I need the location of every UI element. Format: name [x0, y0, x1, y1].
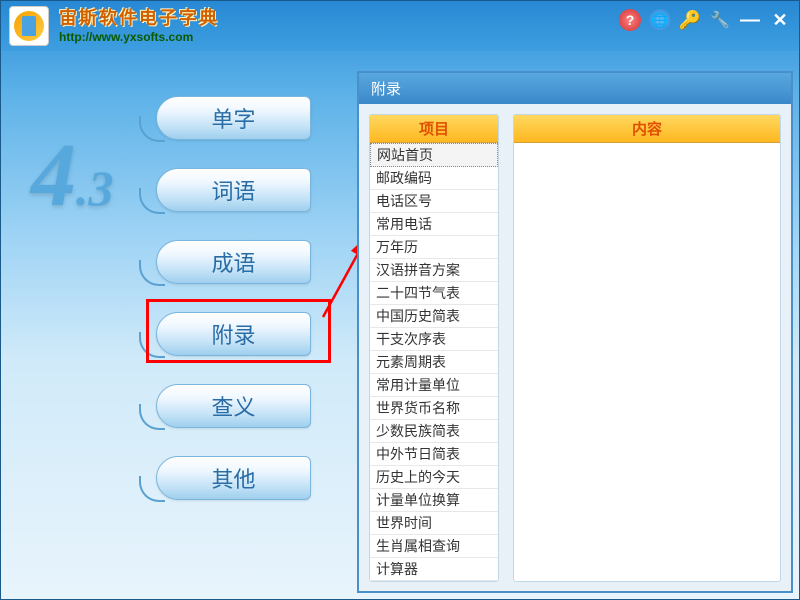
tab-chengyu[interactable]: 成语	[156, 240, 311, 284]
tab-label: 查义	[211, 390, 255, 422]
list-item[interactable]: 电话区号	[370, 190, 498, 213]
help-icon[interactable]: ?	[619, 9, 641, 31]
list-item[interactable]: 二十四节气表	[370, 282, 498, 305]
list-item[interactable]: 邮政编码	[370, 167, 498, 190]
list-item[interactable]: 常用计量单位	[370, 374, 498, 397]
list-item[interactable]: 常用电话	[370, 213, 498, 236]
list-item[interactable]: 历史上的今天	[370, 466, 498, 489]
content-area	[514, 143, 780, 581]
list-item[interactable]: 汉语拼音方案	[370, 259, 498, 282]
appendix-panel: 附录 项目 网站首页 邮政编码 电话区号 常用电话 万年历 汉语拼音方案 二十四…	[357, 71, 793, 593]
window-controls: ? 🌐 🔑 🔧 — ✕	[619, 9, 791, 31]
titlebar: 宙斯软件电子字典 http://www.yxsofts.com ? 🌐 🔑 🔧 …	[1, 1, 799, 51]
list-item[interactable]: 中国历史简表	[370, 305, 498, 328]
list-item[interactable]: 计算器	[370, 558, 498, 581]
list-item[interactable]: 网站首页	[370, 143, 498, 167]
list-item[interactable]: 少数民族简表	[370, 420, 498, 443]
panel-body: 项目 网站首页 邮政编码 电话区号 常用电话 万年历 汉语拼音方案 二十四节气表…	[359, 104, 791, 592]
tab-label: 成语	[211, 246, 255, 278]
title-text-block: 宙斯软件电子字典 http://www.yxsofts.com	[59, 8, 219, 44]
app-logo	[9, 6, 49, 46]
list-item[interactable]: 计量单位换算	[370, 489, 498, 512]
settings-icon[interactable]: 🔧	[709, 9, 731, 31]
project-column: 项目 网站首页 邮政编码 电话区号 常用电话 万年历 汉语拼音方案 二十四节气表…	[369, 114, 499, 582]
app-url: http://www.yxsofts.com	[59, 30, 219, 44]
tab-fulu[interactable]: 附录	[156, 312, 311, 356]
list-item[interactable]: 世界货币名称	[370, 397, 498, 420]
tab-chayi[interactable]: 查义	[156, 384, 311, 428]
tab-label: 其他	[211, 462, 255, 494]
app-title: 宙斯软件电子字典	[59, 8, 219, 30]
tab-label: 词语	[211, 174, 255, 206]
list-item[interactable]: 干支次序表	[370, 328, 498, 351]
project-header: 项目	[370, 115, 498, 143]
version-label: 4.3	[31, 131, 114, 221]
key-icon[interactable]: 🔑	[679, 9, 701, 31]
content-column: 内容	[513, 114, 781, 582]
nav-tabs: 单字 词语 成语 附录 查义 其他	[156, 96, 311, 500]
close-icon[interactable]: ✕	[769, 9, 791, 31]
content-header: 内容	[514, 115, 780, 143]
list-item[interactable]: 生肖属相查询	[370, 535, 498, 558]
globe-icon[interactable]: 🌐	[649, 9, 671, 31]
list-item[interactable]: 世界时间	[370, 512, 498, 535]
item-list: 网站首页 邮政编码 电话区号 常用电话 万年历 汉语拼音方案 二十四节气表 中国…	[370, 143, 498, 581]
minimize-icon[interactable]: —	[739, 9, 761, 31]
list-item[interactable]: 中外节日简表	[370, 443, 498, 466]
tab-ciyu[interactable]: 词语	[156, 168, 311, 212]
tab-qita[interactable]: 其他	[156, 456, 311, 500]
panel-title: 附录	[359, 73, 791, 104]
list-item[interactable]: 元素周期表	[370, 351, 498, 374]
list-item[interactable]: 万年历	[370, 236, 498, 259]
app-window: 宙斯软件电子字典 http://www.yxsofts.com ? 🌐 🔑 🔧 …	[0, 0, 800, 600]
tab-label: 单字	[211, 102, 255, 134]
tab-label: 附录	[211, 318, 255, 350]
tab-danzi[interactable]: 单字	[156, 96, 311, 140]
